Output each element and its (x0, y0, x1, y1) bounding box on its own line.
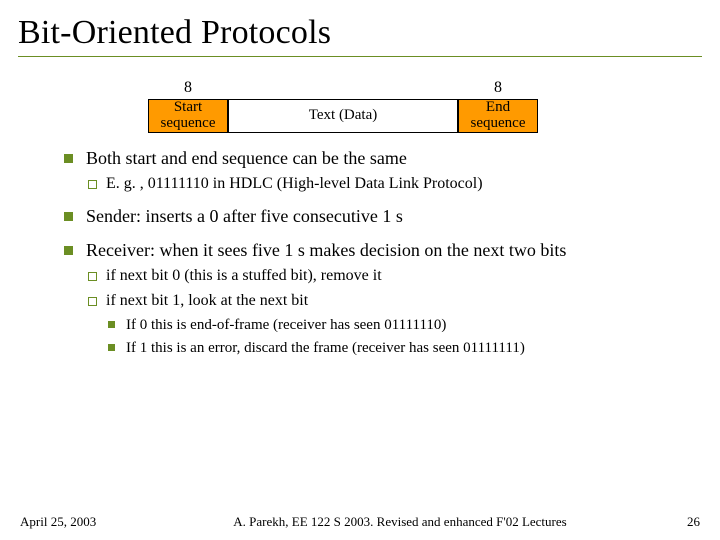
sub-sub-bullet-item: If 0 this is end-of-frame (receiver has … (106, 316, 676, 336)
sub-sub-bullet-text: If 1 this is an error, discard the frame… (126, 340, 525, 356)
sub-bullet-item: if next bit 0 (this is a stuffed bit), r… (86, 266, 676, 287)
sub-sub-bullet-item: If 1 this is an error, discard the frame… (106, 339, 676, 359)
sub-sub-bullet-text: If 0 this is end-of-frame (receiver has … (126, 317, 446, 333)
content-body: Both start and end sequence can be the s… (18, 147, 702, 359)
footer-date: April 25, 2003 (20, 514, 140, 530)
end-sequence-box: End sequence (458, 99, 538, 133)
bullet-text: Both start and end sequence can be the s… (86, 148, 407, 168)
sub-bullet-text: E. g. , 01111110 in HDLC (High-level Dat… (106, 175, 483, 192)
start-sequence-box: Start sequence (148, 99, 228, 133)
text-data-box: Text (Data) (228, 99, 458, 133)
slide: Bit-Oriented Protocols 8 Start sequence … (0, 0, 720, 540)
frame-diagram: 8 Start sequence Text (Data) 8 End seque… (148, 79, 702, 133)
page-title: Bit-Oriented Protocols (18, 14, 702, 52)
title-underline (18, 56, 702, 57)
bullet-item: Both start and end sequence can be the s… (64, 147, 676, 195)
footer-attribution: A. Parekh, EE 122 S 2003. Revised and en… (140, 514, 660, 530)
diagram-col-end: 8 End sequence (458, 79, 538, 133)
bullet-list: Both start and end sequence can be the s… (64, 147, 676, 359)
data-width-label (341, 79, 345, 97)
diagram-col-data: Text (Data) (228, 79, 458, 133)
diagram-col-start: 8 Start sequence (148, 79, 228, 133)
sub-bullet-item: E. g. , 01111110 in HDLC (High-level Dat… (86, 174, 676, 195)
start-width-label: 8 (184, 79, 192, 97)
sub-sub-bullet-list: If 0 this is end-of-frame (receiver has … (106, 316, 676, 359)
footer-page-number: 26 (660, 514, 700, 530)
sub-bullet-list: if next bit 0 (this is a stuffed bit), r… (86, 266, 676, 359)
sub-bullet-text: if next bit 1, look at the next bit (106, 292, 308, 309)
diagram-row: 8 Start sequence Text (Data) 8 End seque… (148, 79, 702, 133)
bullet-text: Receiver: when it sees five 1 s makes de… (86, 240, 566, 260)
sub-bullet-text: if next bit 0 (this is a stuffed bit), r… (106, 267, 382, 284)
end-width-label: 8 (494, 79, 502, 97)
bullet-item: Sender: inserts a 0 after five consecuti… (64, 205, 676, 228)
slide-footer: April 25, 2003 A. Parekh, EE 122 S 2003.… (0, 514, 720, 530)
sub-bullet-list: E. g. , 01111110 in HDLC (High-level Dat… (86, 174, 676, 195)
bullet-text: Sender: inserts a 0 after five consecuti… (86, 206, 403, 226)
bullet-item: Receiver: when it sees five 1 s makes de… (64, 239, 676, 359)
sub-bullet-item: if next bit 1, look at the next bit If 0… (86, 291, 676, 359)
